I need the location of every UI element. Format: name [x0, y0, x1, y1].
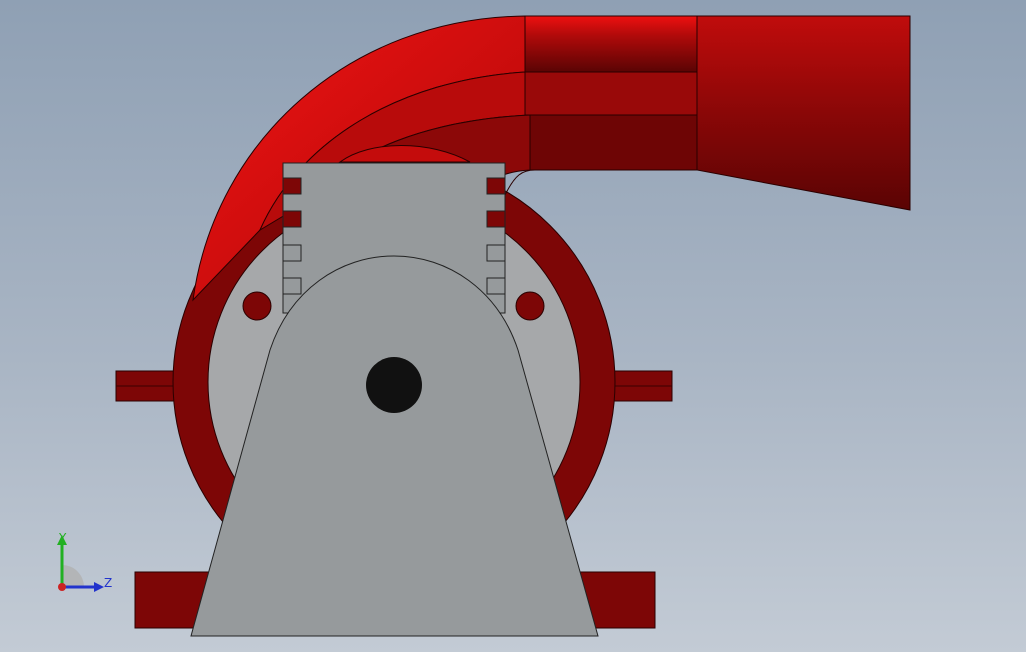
model-view[interactable] [0, 0, 1026, 652]
y-axis-label: Y [58, 531, 67, 545]
shaft-hole [366, 357, 422, 413]
graphics-viewport[interactable]: Y Z [0, 0, 1026, 652]
z-axis-label: Z [104, 576, 112, 590]
x-axis-icon [58, 583, 66, 591]
orientation-triad: Y Z [57, 531, 112, 592]
triad-plane-icon [62, 565, 84, 587]
